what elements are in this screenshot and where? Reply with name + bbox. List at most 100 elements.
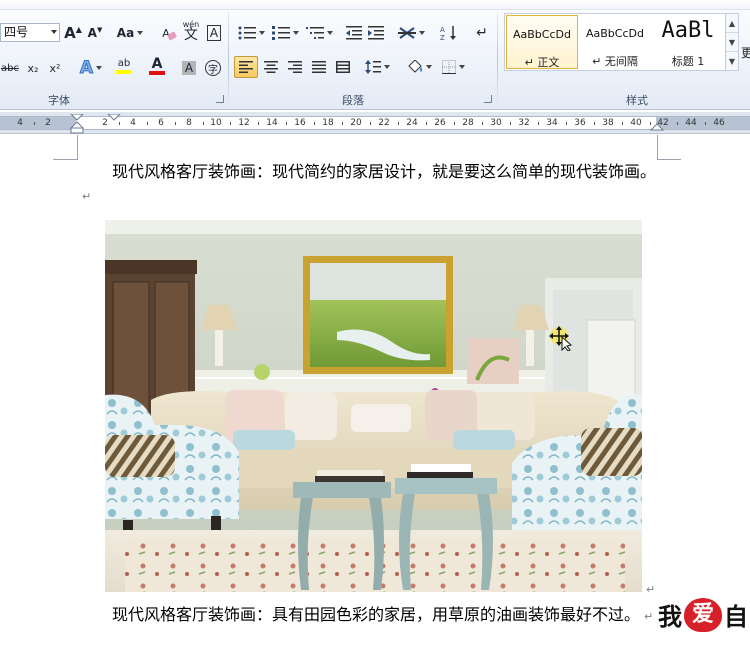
font-dialog-launcher[interactable] bbox=[216, 95, 224, 103]
ruler-tick bbox=[566, 122, 567, 125]
chevron-down-icon bbox=[96, 66, 103, 70]
change-styles-label[interactable]: 更 bbox=[741, 44, 750, 61]
scroll-down-icon[interactable]: ▼ bbox=[726, 33, 738, 52]
ruler-tick-label: 12 bbox=[238, 118, 250, 128]
ruler-tick-label: 40 bbox=[630, 118, 642, 128]
crop-mark bbox=[657, 159, 681, 160]
ruler-tick-label: 32 bbox=[518, 118, 530, 128]
ruler-tick-label: 4 bbox=[130, 118, 136, 128]
sort-button[interactable]: AZ bbox=[438, 22, 460, 44]
enclose-char-button[interactable]: 字 bbox=[203, 57, 223, 79]
multilevel-list-button[interactable] bbox=[304, 22, 334, 44]
ruler-tick bbox=[622, 122, 623, 125]
svg-text:A: A bbox=[440, 26, 445, 34]
paragraph-2[interactable]: 现代风格客厅装饰画：具有田园色彩的家居，用草原的油画装饰最好不过。 ↵ bbox=[78, 603, 660, 628]
chevron-down-icon bbox=[137, 31, 144, 35]
ruler-tick-label: 46 bbox=[713, 118, 725, 128]
ruler-tick-label: 28 bbox=[462, 118, 474, 128]
ribbon: 四号 A ▲ A ▼ Aa A wén 文 A abc x₂ x² A ab A A bbox=[0, 0, 750, 110]
distributed-button[interactable] bbox=[332, 56, 354, 78]
justify-button[interactable] bbox=[308, 56, 330, 78]
svg-text:Z: Z bbox=[440, 34, 445, 41]
ruler-tick-label: 26 bbox=[434, 118, 446, 128]
char-border-button[interactable]: A bbox=[205, 22, 223, 44]
pilcrow-icon: ↵ bbox=[476, 25, 488, 41]
paragraph-1[interactable]: 现代风格客厅装饰画：现代简约的家居设计，就是要这么简单的现代装饰画。↵ bbox=[78, 160, 660, 208]
ruler-tick bbox=[370, 122, 371, 125]
ruler-tick bbox=[314, 122, 315, 125]
styles-gallery-scroll[interactable]: ▲ ▼ ▼ bbox=[725, 13, 739, 71]
ruler-tick bbox=[426, 122, 427, 125]
ruler-tick-label: 44 bbox=[685, 118, 697, 128]
styles-gallery: AaBbCcDd ↵ 正文 AaBbCcDd ↵ 无间隔 AaBl 标题 1 bbox=[504, 13, 726, 71]
chevron-down-icon bbox=[292, 31, 299, 35]
chevron-down-icon bbox=[326, 31, 333, 35]
align-right-button[interactable] bbox=[284, 56, 306, 78]
paragraph-group-label: 段落 bbox=[342, 94, 364, 107]
numbering-button[interactable] bbox=[270, 22, 300, 44]
decrease-indent-button[interactable] bbox=[344, 22, 364, 44]
line-spacing-icon bbox=[364, 60, 381, 74]
grow-font-button[interactable]: A ▲ bbox=[64, 22, 82, 44]
ruler-tick bbox=[538, 122, 539, 125]
ribbon-top-strip bbox=[0, 0, 750, 10]
clear-format-button[interactable]: A bbox=[156, 22, 178, 44]
text-effect-button[interactable]: A bbox=[78, 57, 104, 79]
ruler-tick-label: 4 bbox=[17, 118, 23, 128]
style-normal[interactable]: AaBbCcDd ↵ 正文 bbox=[506, 15, 578, 69]
distributed-align-icon bbox=[336, 61, 350, 73]
document-page[interactable]: 现代风格客厅装饰画：现代简约的家居设计，就是要这么简单的现代装饰画。↵ ↵ 现代… bbox=[0, 135, 750, 649]
ruler-tick-label: 6 bbox=[158, 118, 164, 128]
font-size-combo[interactable]: 四号 bbox=[0, 23, 60, 42]
paragraph-mark: ↵ bbox=[82, 190, 92, 203]
text-effect-icon: A bbox=[79, 58, 94, 79]
font-size-value: 四号 bbox=[4, 25, 29, 39]
bullet-list-icon bbox=[238, 26, 256, 40]
superscript-button[interactable]: x² bbox=[46, 57, 64, 79]
increase-indent-button[interactable] bbox=[366, 22, 386, 44]
ruler-tick bbox=[119, 122, 120, 125]
ruler-tick-label: 22 bbox=[378, 118, 390, 128]
subscript-button[interactable]: x₂ bbox=[24, 57, 42, 79]
paragraph-dialog-launcher[interactable] bbox=[484, 95, 492, 103]
strikethrough-button[interactable]: abc bbox=[0, 57, 20, 79]
gallery-more-icon[interactable]: ▼ bbox=[726, 52, 738, 71]
crop-mark bbox=[53, 159, 77, 160]
shrink-font-button[interactable]: A ▼ bbox=[86, 22, 104, 44]
change-case-button[interactable]: Aa bbox=[116, 22, 144, 44]
ruler-tick bbox=[258, 122, 259, 125]
word-window: 四号 A ▲ A ▼ Aa A wén 文 A abc x₂ x² A ab A A bbox=[0, 0, 750, 649]
style-heading-1[interactable]: AaBl 标题 1 bbox=[652, 15, 724, 69]
ruler-tick bbox=[342, 122, 343, 125]
ruler-tick-label: 16 bbox=[294, 118, 306, 128]
bullets-button[interactable] bbox=[236, 22, 266, 44]
chinese-layout-button[interactable] bbox=[396, 22, 426, 44]
char-shading-button[interactable]: A bbox=[180, 57, 198, 79]
scroll-up-icon[interactable]: ▲ bbox=[726, 14, 738, 33]
ruler-tick-label: 36 bbox=[574, 118, 586, 128]
ruler-tick bbox=[454, 122, 455, 125]
phonetic-guide-button[interactable]: wén 文 bbox=[180, 19, 202, 42]
ruler-tick-label: 24 bbox=[406, 118, 418, 128]
living-room-photo[interactable] bbox=[105, 220, 642, 592]
show-marks-button[interactable]: ↵ bbox=[472, 22, 492, 44]
style-no-spacing[interactable]: AaBbCcDd ↵ 无间隔 bbox=[579, 15, 651, 69]
borders-button[interactable] bbox=[438, 56, 468, 78]
align-center-button[interactable] bbox=[260, 56, 282, 78]
chevron-down-icon bbox=[425, 65, 432, 69]
numbered-list-icon bbox=[271, 26, 290, 40]
line-spacing-button[interactable] bbox=[362, 56, 392, 78]
horizontal-ruler[interactable]: 4 2 2 4 6 8 10 12 14 16 18 20 22 24 26 28 30 32 34 36 38 40 42… bbox=[0, 112, 750, 134]
align-left-button[interactable] bbox=[234, 56, 258, 78]
ruler-tick-label: 18 bbox=[322, 118, 334, 128]
paragraph-mark: ↵ bbox=[644, 610, 654, 623]
font-color-button[interactable]: A bbox=[142, 55, 172, 77]
indent-marker-left[interactable] bbox=[70, 114, 84, 134]
highlight-button[interactable]: ab bbox=[110, 55, 138, 77]
ruler-tick bbox=[398, 122, 399, 125]
right-indent-marker[interactable] bbox=[650, 122, 664, 132]
image-anchor-mark: ↵ bbox=[646, 583, 656, 596]
first-line-indent-marker[interactable] bbox=[107, 114, 121, 122]
ruler-tick-label: 20 bbox=[350, 118, 362, 128]
shading-button[interactable] bbox=[404, 56, 434, 78]
